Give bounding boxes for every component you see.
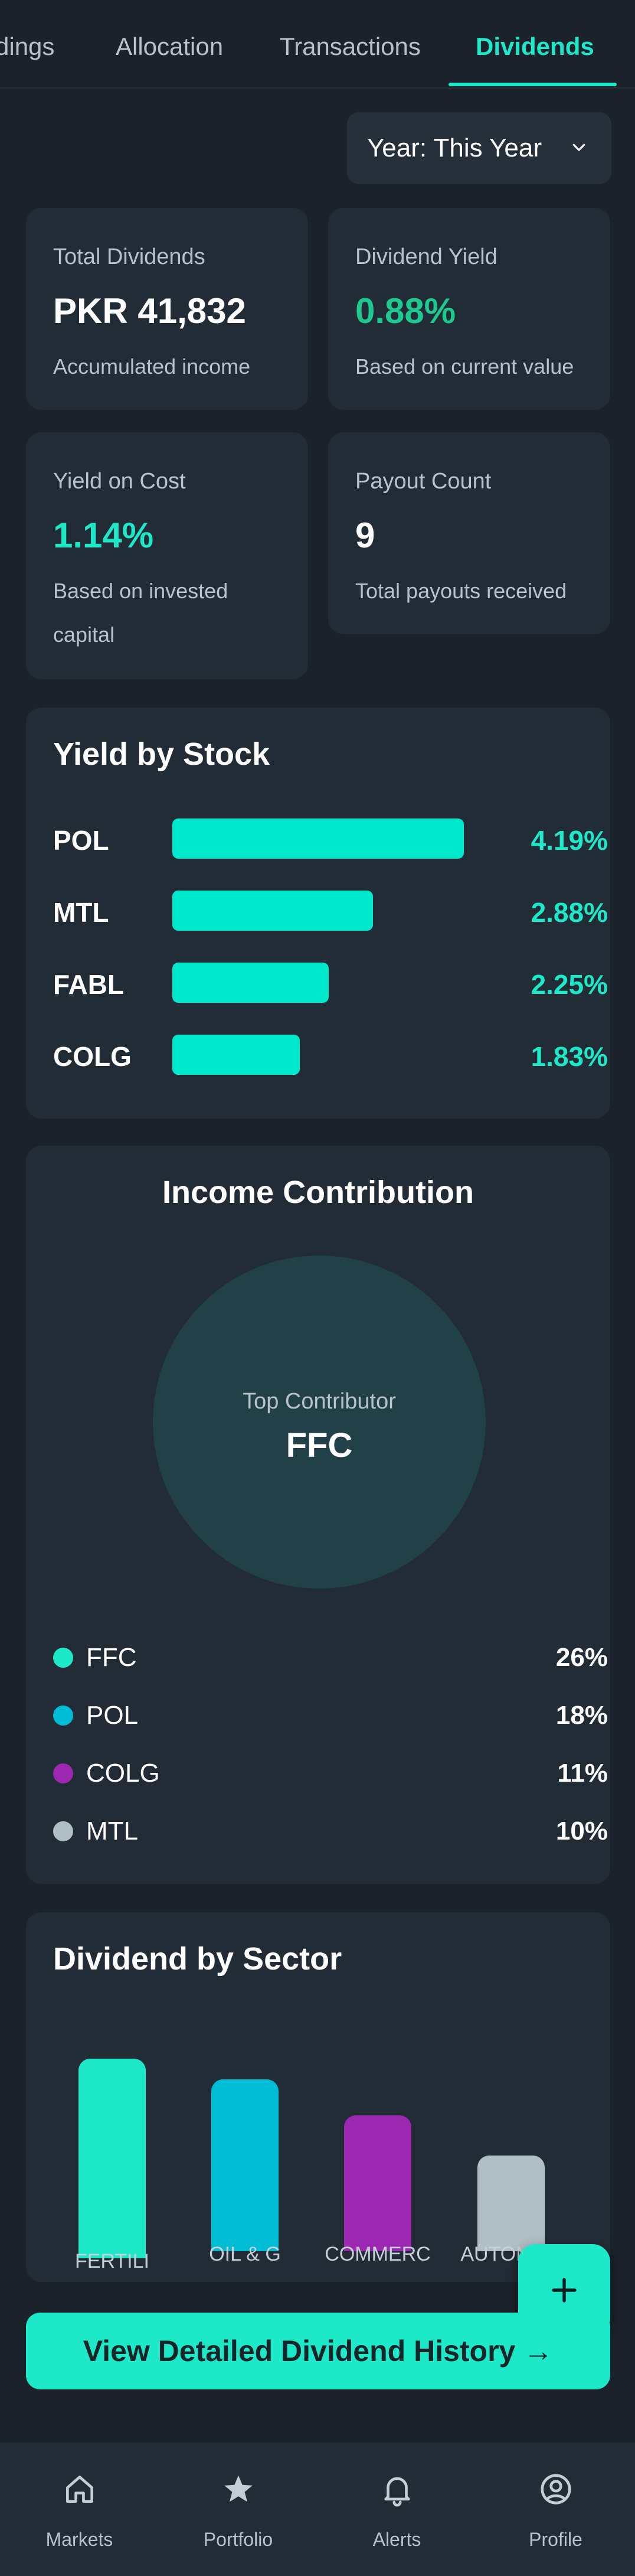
stock-label: MTL [53, 897, 109, 928]
sector-bar [344, 2115, 411, 2251]
stat-label: Dividend Yield [355, 244, 497, 269]
yield-bar [172, 891, 373, 931]
stat-label: Yield on Cost [53, 469, 186, 494]
yield-value: 1.83% [531, 1041, 608, 1072]
sector-label: COMMERC [325, 2243, 431, 2265]
legend-dot [53, 1763, 73, 1783]
payout-count-value: 9 [355, 516, 375, 555]
legend-dot [53, 1648, 73, 1668]
legend-item: MTL 10% [26, 1813, 635, 1848]
tab-dividends[interactable]: Dividends [476, 32, 594, 61]
stock-label: COLG [53, 1041, 132, 1072]
yield-bar [172, 963, 329, 1003]
stat-label: Total Dividends [53, 244, 205, 269]
nav-label: Portfolio [203, 2529, 273, 2550]
user-circle-icon [541, 2474, 571, 2505]
legend-item: FFC 26% [26, 1639, 635, 1675]
yield-on-cost-card: Yield on Cost 1.14% Based on invested ca… [26, 432, 308, 679]
income-contribution-card: Income Contribution Top Contributor FFC … [26, 1146, 610, 1884]
home-icon [66, 2476, 93, 2503]
sector-bar-chart: FERTILI OIL & G COMMERC AUTOMOB [26, 1912, 610, 2282]
tab-allocation[interactable]: Allocation [116, 32, 223, 61]
nav-label: Markets [45, 2529, 113, 2550]
bottom-nav: Markets Portfolio Alerts Profile [0, 2443, 635, 2576]
donut-chart: Top Contributor FFC [153, 1256, 486, 1589]
stock-label: POL [53, 825, 109, 856]
tab-holdings[interactable]: dings [0, 32, 54, 61]
dividend-yield-card: Dividend Yield 0.88% Based on current va… [328, 208, 610, 410]
yield-row: FABL 2.25% [26, 963, 635, 1004]
tab-transactions[interactable]: Transactions [280, 32, 421, 61]
legend-label: COLG [86, 1759, 160, 1788]
stat-subtext: Total payouts received [355, 579, 567, 603]
section-title: Income Contribution [162, 1175, 474, 1210]
legend-value: 11% [557, 1759, 608, 1788]
dividend-yield-value: 0.88% [355, 291, 456, 331]
legend-value: 18% [555, 1701, 608, 1730]
nav-label: Alerts [372, 2529, 421, 2550]
view-dividend-history-button[interactable]: View Detailed Dividend History → [26, 2313, 610, 2389]
nav-item-alerts[interactable]: Alerts [318, 2443, 476, 2576]
legend-item: POL 18% [26, 1697, 635, 1733]
payout-count-card: Payout Count 9 Total payouts received [328, 432, 610, 634]
legend-label: FFC [86, 1643, 137, 1672]
sector-label: OIL & G [209, 2243, 281, 2265]
active-tab-indicator [449, 83, 617, 86]
nav-item-markets[interactable]: Markets [0, 2443, 159, 2576]
nav-item-portfolio[interactable]: Portfolio [159, 2443, 318, 2576]
year-select[interactable]: Year: This Year [347, 112, 611, 184]
legend-value: 26% [555, 1643, 608, 1672]
star-icon [224, 2475, 253, 2502]
stat-subtext: Based on invested capital [53, 579, 228, 647]
stat-label: Payout Count [355, 469, 492, 494]
total-dividends-card: Total Dividends PKR 41,832 Accumulated i… [26, 208, 308, 410]
nav-item-profile[interactable]: Profile [476, 2443, 635, 2576]
legend-value: 10% [555, 1817, 608, 1845]
yield-bar [172, 819, 464, 859]
tab-bar: dings Allocation Transactions Dividends [0, 0, 635, 89]
legend-dot [53, 1706, 73, 1726]
legend-label: POL [86, 1701, 139, 1730]
stock-label: FABL [53, 969, 125, 1000]
yield-value: 4.19% [531, 825, 608, 856]
yield-value: 2.88% [531, 897, 608, 928]
yield-row: COLG 1.83% [26, 1035, 635, 1076]
chevron-down-icon [572, 144, 585, 151]
section-title: Yield by Stock [53, 736, 270, 772]
stat-subtext: Accumulated income [53, 354, 251, 379]
legend-item: COLG 11% [26, 1755, 635, 1791]
legend-label: MTL [86, 1817, 138, 1845]
sector-bar [78, 2059, 146, 2258]
yield-row: MTL 2.88% [26, 891, 635, 932]
donut-center-value: FFC [286, 1426, 353, 1465]
yield-row: POL 4.19% [26, 819, 635, 860]
yield-on-cost-value: 1.14% [53, 516, 154, 555]
yield-by-stock-card: Yield by Stock POL 4.19% MTL 2.88% FABL … [26, 707, 610, 1119]
sector-label: FERTILI [75, 2250, 149, 2272]
plus-icon [552, 2278, 577, 2303]
legend-dot [53, 1821, 73, 1841]
nav-label: Profile [529, 2529, 582, 2550]
stat-subtext: Based on current value [355, 354, 574, 379]
sector-bar [477, 2156, 545, 2251]
donut-center-label: Top Contributor [243, 1389, 396, 1414]
dividend-by-sector-card: Dividend by Sector FERTILI OIL & G COMME… [26, 1912, 610, 2282]
yield-value: 2.25% [531, 969, 608, 1000]
year-select-label: Year: This Year [367, 133, 542, 162]
sector-bar [211, 2079, 279, 2251]
yield-bar [172, 1035, 300, 1075]
bell-icon [384, 2477, 410, 2507]
total-dividends-value: PKR 41,832 [53, 291, 246, 331]
